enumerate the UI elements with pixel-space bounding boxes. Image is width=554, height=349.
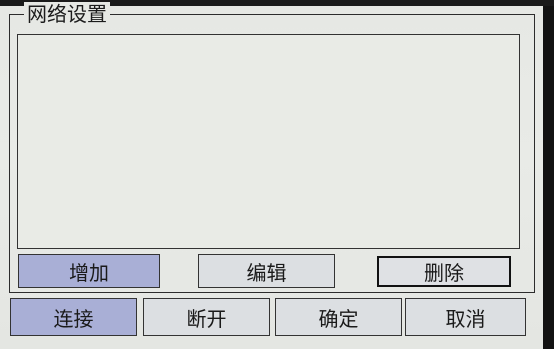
delete-button[interactable]: 删除: [377, 256, 511, 287]
cancel-button[interactable]: 取消: [405, 298, 526, 336]
connect-button[interactable]: 连接: [10, 298, 137, 336]
ok-button[interactable]: 确定: [275, 298, 402, 336]
add-button[interactable]: 增加: [18, 254, 160, 288]
network-list[interactable]: [17, 34, 520, 249]
disconnect-button[interactable]: 断开: [143, 298, 270, 336]
page-title: 网络设置: [24, 2, 110, 26]
device-screen: 网络设置 增加 编辑 删除 连接 断开 确定 取消: [0, 0, 554, 349]
lcd-panel: 网络设置 增加 编辑 删除 连接 断开 确定 取消: [0, 0, 554, 349]
edit-button[interactable]: 编辑: [198, 254, 335, 288]
